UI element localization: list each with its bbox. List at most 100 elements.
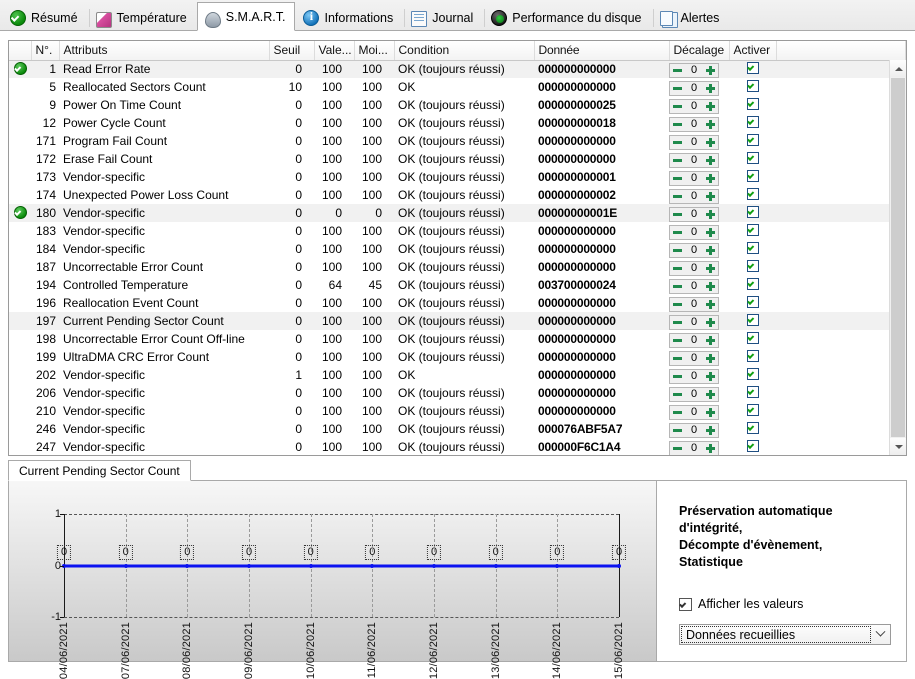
column-header-valeur[interactable]: Vale... (314, 41, 355, 61)
decalage-value[interactable]: 0 (685, 334, 703, 346)
data-source-select[interactable]: Données recueillies (679, 624, 891, 645)
tab-journal[interactable]: Journal (403, 4, 483, 31)
decalage-stepper[interactable]: 0 (669, 152, 719, 168)
activer-checkbox[interactable] (746, 115, 759, 128)
decalage-value[interactable]: 0 (685, 190, 703, 202)
activer-checkbox[interactable] (746, 421, 759, 434)
decalage-value[interactable]: 0 (685, 100, 703, 112)
column-header-condition[interactable]: Condition (394, 41, 535, 61)
decalage-value[interactable]: 0 (685, 118, 703, 130)
increment-button[interactable] (703, 424, 718, 437)
activer-checkbox[interactable] (746, 403, 759, 416)
column-header-donnee[interactable]: Donnée (534, 41, 670, 61)
decrement-button[interactable] (670, 208, 685, 221)
decrement-button[interactable] (670, 424, 685, 437)
decrement-button[interactable] (670, 244, 685, 257)
decalage-stepper[interactable]: 0 (669, 386, 719, 402)
decalage-value[interactable]: 0 (685, 226, 703, 238)
table-row[interactable]: 202 Vendor-specific 1 100 100 OK 000000000000 0 (9, 366, 906, 384)
decrement-button[interactable] (670, 64, 685, 77)
tab-performance-du-disque[interactable]: Performance du disque (483, 4, 651, 31)
decalage-value[interactable]: 0 (685, 388, 703, 400)
activer-checkbox[interactable] (746, 169, 759, 182)
attribute-history-chart[interactable]: 0 0 0 0 0 0 0 0 0 0 04/06/2021 07/06/2021 08/06/202… (9, 481, 657, 679)
decalage-value[interactable]: 0 (685, 82, 703, 94)
increment-button[interactable] (703, 370, 718, 383)
table-row[interactable]: 5 Reallocated Sectors Count 10 100 100 OK 0000… (9, 78, 906, 96)
table-row[interactable]: 1 Read Error Rate 0 100 100 OK (toujours réus… (9, 60, 906, 78)
table-row[interactable]: 246 Vendor-specific 0 100 100 OK (toujours ré… (9, 420, 906, 438)
table-row[interactable]: 12 Power Cycle Count 0 100 100 OK (toujours r… (9, 114, 906, 132)
increment-button[interactable] (703, 406, 718, 419)
increment-button[interactable] (703, 136, 718, 149)
increment-button[interactable] (703, 100, 718, 113)
decrement-button[interactable] (670, 442, 685, 455)
decalage-stepper[interactable]: 0 (669, 206, 719, 222)
table-row[interactable]: 199 UltraDMA CRC Error Count 0 100 100 OK (to… (9, 348, 906, 366)
increment-button[interactable] (703, 154, 718, 167)
table-row[interactable]: 173 Vendor-specific 0 100 100 OK (toujours ré… (9, 168, 906, 186)
decrement-button[interactable] (670, 388, 685, 401)
column-header-activer[interactable]: Activer (729, 41, 777, 61)
decalage-value[interactable]: 0 (685, 262, 703, 274)
decalage-value[interactable]: 0 (685, 352, 703, 364)
increment-button[interactable] (703, 64, 718, 77)
increment-button[interactable] (703, 262, 718, 275)
decalage-stepper[interactable]: 0 (669, 278, 719, 294)
increment-button[interactable] (703, 118, 718, 131)
activer-checkbox[interactable] (746, 151, 759, 164)
column-header-moindre[interactable]: Moi... (354, 41, 395, 61)
activer-checkbox[interactable] (746, 79, 759, 92)
increment-button[interactable] (703, 190, 718, 203)
decrement-button[interactable] (670, 82, 685, 95)
decalage-value[interactable]: 0 (685, 208, 703, 220)
decrement-button[interactable] (670, 118, 685, 131)
decalage-stepper[interactable]: 0 (669, 224, 719, 240)
decrement-button[interactable] (670, 190, 685, 203)
column-header-seuil[interactable]: Seuil (269, 41, 315, 61)
activer-checkbox[interactable] (746, 133, 759, 146)
increment-button[interactable] (703, 226, 718, 239)
activer-checkbox[interactable] (746, 241, 759, 254)
tab-temp-rature[interactable]: Température (88, 4, 197, 31)
decalage-value[interactable]: 0 (685, 424, 703, 436)
decalage-stepper[interactable]: 0 (669, 296, 719, 312)
increment-button[interactable] (703, 442, 718, 455)
decalage-value[interactable]: 0 (685, 172, 703, 184)
table-row[interactable]: 247 Vendor-specific 0 100 100 OK (toujours ré… (9, 438, 906, 455)
decalage-stepper[interactable]: 0 (669, 188, 719, 204)
column-header-attributs[interactable]: Attributs (59, 41, 270, 61)
column-header-status[interactable] (9, 41, 32, 61)
decalage-stepper[interactable]: 0 (669, 404, 719, 420)
tab-current-pending-sector-count[interactable]: Current Pending Sector Count (8, 460, 191, 481)
table-row[interactable]: 187 Uncorrectable Error Count 0 100 100 OK (t… (9, 258, 906, 276)
tab-informations[interactable]: Informations (295, 4, 403, 31)
increment-button[interactable] (703, 208, 718, 221)
activer-checkbox[interactable] (746, 295, 759, 308)
increment-button[interactable] (703, 244, 718, 257)
activer-checkbox[interactable] (746, 205, 759, 218)
decalage-value[interactable]: 0 (685, 370, 703, 382)
decrement-button[interactable] (670, 370, 685, 383)
increment-button[interactable] (703, 334, 718, 347)
table-row[interactable]: 198 Uncorrectable Error Count Off-line 0 10… (9, 330, 906, 348)
activer-checkbox[interactable] (746, 439, 759, 452)
activer-checkbox[interactable] (746, 187, 759, 200)
table-row[interactable]: 172 Erase Fail Count 0 100 100 OK (toujours r… (9, 150, 906, 168)
activer-checkbox[interactable] (746, 331, 759, 344)
decrement-button[interactable] (670, 334, 685, 347)
table-row[interactable]: 180 Vendor-specific 0 0 0 OK (toujours réussi… (9, 204, 906, 222)
decalage-stepper[interactable]: 0 (669, 170, 719, 186)
decrement-button[interactable] (670, 406, 685, 419)
tab-s-m-a-r-t[interactable]: S.M.A.R.T. (196, 2, 296, 31)
column-header-decalage[interactable]: Décalage (669, 41, 730, 61)
decrement-button[interactable] (670, 262, 685, 275)
decalage-value[interactable]: 0 (685, 64, 703, 77)
increment-button[interactable] (703, 280, 718, 293)
decalage-stepper[interactable]: 0 (669, 134, 719, 150)
table-row[interactable]: 183 Vendor-specific 0 100 100 OK (toujours ré… (9, 222, 906, 240)
decalage-stepper[interactable]: 0 (669, 350, 719, 366)
table-row[interactable]: 194 Controlled Temperature 0 64 45 OK (toujou… (9, 276, 906, 294)
decalage-value[interactable]: 0 (685, 442, 703, 454)
table-row[interactable]: 9 Power On Time Count 0 100 100 OK (toujours … (9, 96, 906, 114)
